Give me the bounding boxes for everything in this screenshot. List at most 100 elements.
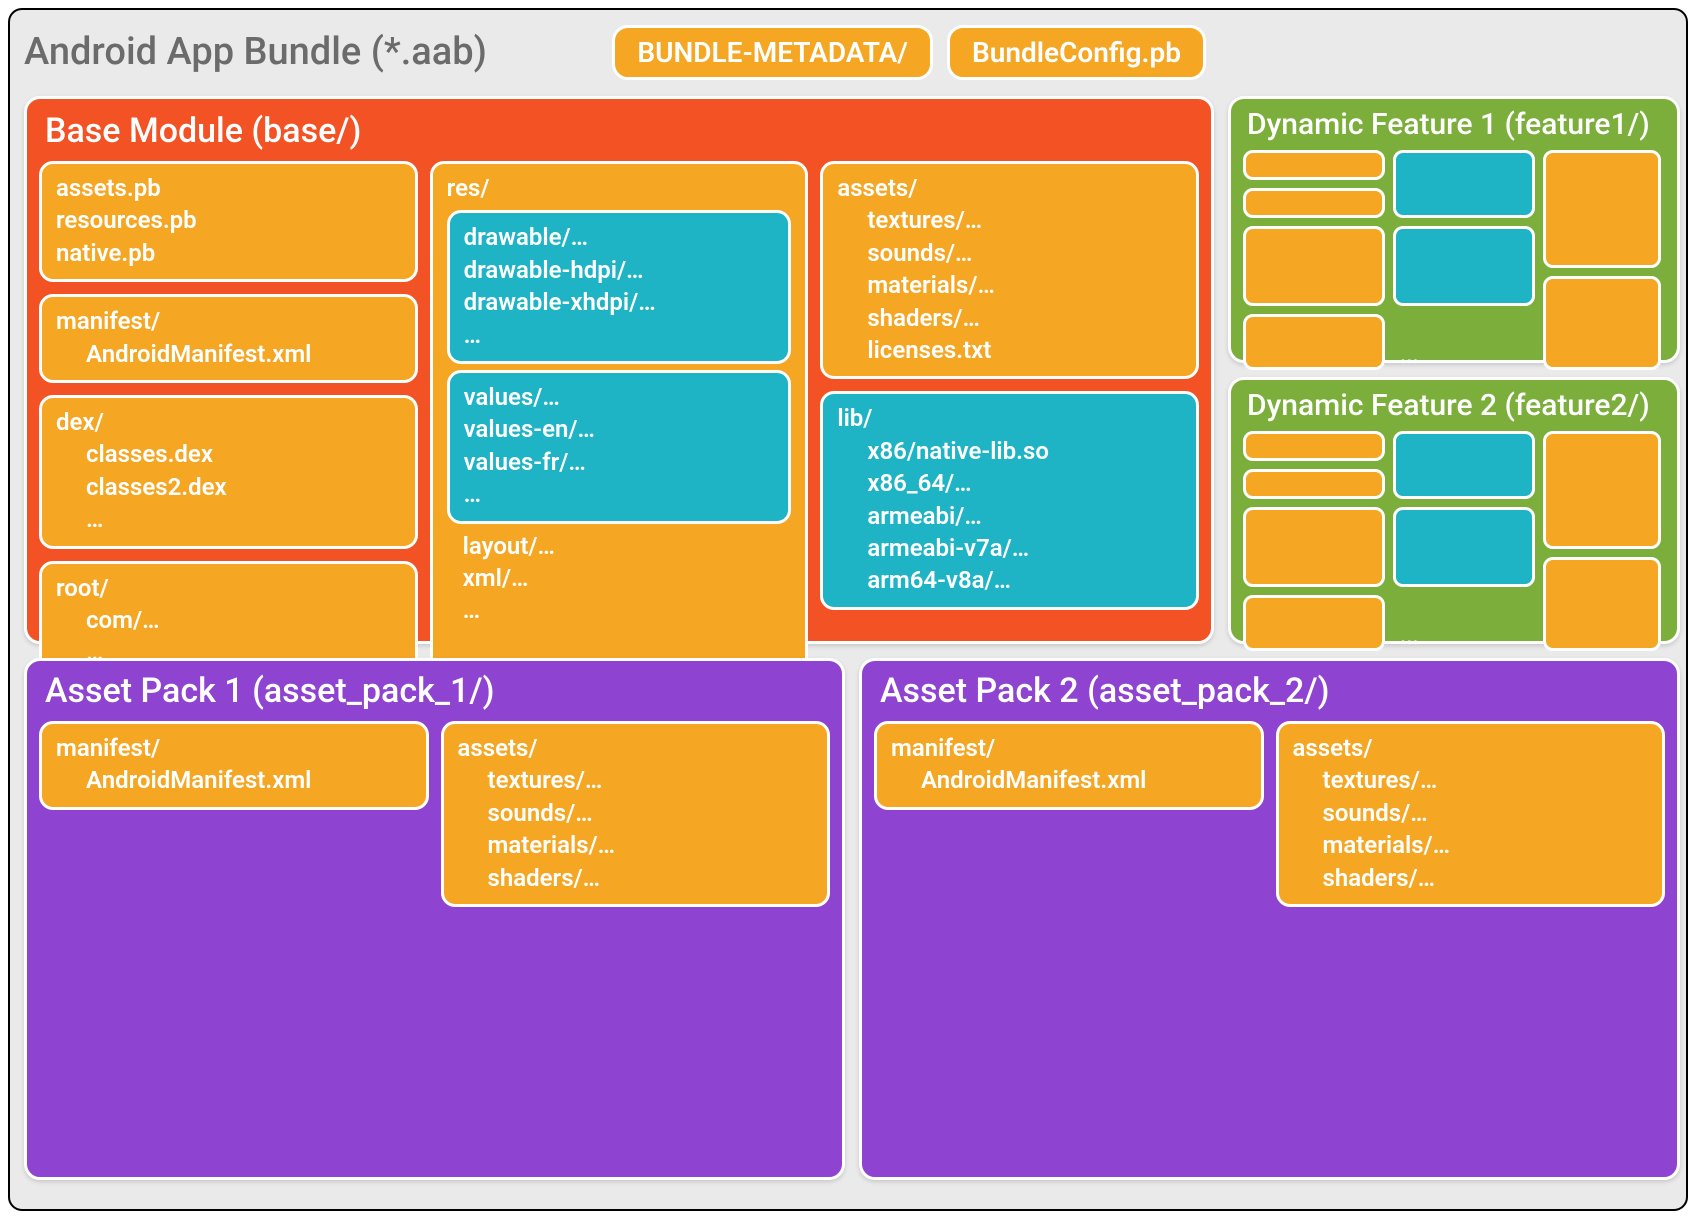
ap2-assets-head: assets/ xyxy=(1293,732,1649,764)
dex-item: classes.dex xyxy=(56,438,401,470)
asset-pack-1: Asset Pack 1 (asset_pack_1/) manifest/ A… xyxy=(24,658,845,1180)
feature-chip xyxy=(1543,150,1661,268)
pb-card: assets.pb resources.pb native.pb xyxy=(39,161,418,282)
pb-item: resources.pb xyxy=(56,204,401,236)
drawable-group: drawable/… drawable-hdpi/… drawable-xhdp… xyxy=(447,210,792,364)
diagram-title: Android App Bundle (*.aab) xyxy=(24,30,598,74)
features-column: Dynamic Feature 1 (feature1/) … Dynamic … xyxy=(1228,96,1680,644)
lib-item: x86/native-lib.so xyxy=(837,435,1182,467)
asset-packs-row: Asset Pack 1 (asset_pack_1/) manifest/ A… xyxy=(24,658,1680,1180)
header-row: Android App Bundle (*.aab) BUNDLE-METADA… xyxy=(24,22,1672,82)
ap1-assets-item: textures/… xyxy=(458,764,814,796)
feature-chip-teal xyxy=(1393,150,1535,218)
res-rest: layout/… xml/… … xyxy=(447,530,792,627)
lib-card: lib/ x86/native-lib.so x86_64/… armeabi/… xyxy=(820,391,1199,609)
feature-ellipsis: … xyxy=(1393,595,1535,651)
dex-item: … xyxy=(56,503,401,535)
ap2-assets-item: materials/… xyxy=(1293,829,1649,861)
ap2-manifest-item: AndroidManifest.xml xyxy=(891,764,1247,796)
values-item: values/… xyxy=(464,381,775,413)
ap2-manifest-head: manifest/ xyxy=(891,732,1247,764)
pb-item: native.pb xyxy=(56,237,401,269)
feature-2: Dynamic Feature 2 (feature2/) … xyxy=(1228,377,1680,644)
feature-chip xyxy=(1243,314,1385,370)
asset-pack-1-cols: manifest/ AndroidManifest.xml assets/ te… xyxy=(39,721,830,907)
rest-item: layout/… xyxy=(463,530,792,562)
asset-pack-1-title: Asset Pack 1 (asset_pack_1/) xyxy=(45,671,826,711)
ap1-assets-item: sounds/… xyxy=(458,797,814,829)
feature-ellipsis: … xyxy=(1393,314,1535,370)
assets-item: materials/… xyxy=(837,269,1182,301)
feature-chip xyxy=(1243,188,1385,218)
feature-2-grid: … xyxy=(1243,431,1665,629)
main-grid: Base Module (base/) assets.pb resources.… xyxy=(24,96,1672,1180)
feature-chip xyxy=(1243,226,1385,306)
feature-chip xyxy=(1243,469,1385,499)
feature-chip-teal xyxy=(1393,226,1535,306)
feature-chip xyxy=(1243,507,1385,587)
manifest-item: AndroidManifest.xml xyxy=(56,338,401,370)
rest-item: … xyxy=(463,594,792,626)
feature-chip xyxy=(1543,557,1661,651)
manifest-card: manifest/ AndroidManifest.xml xyxy=(39,294,418,383)
root-head: root/ xyxy=(56,572,401,604)
ap2-assets-item: shaders/… xyxy=(1293,862,1649,894)
drawable-item: drawable/… xyxy=(464,221,775,253)
dex-item: classes2.dex xyxy=(56,471,401,503)
feature-chip xyxy=(1243,595,1385,651)
lib-item: armeabi/… xyxy=(837,500,1182,532)
assets-item: shaders/… xyxy=(837,302,1182,334)
ap2-assets-item: sounds/… xyxy=(1293,797,1649,829)
rest-item: xml/… xyxy=(463,562,792,594)
lib-head: lib/ xyxy=(837,402,1182,434)
pb-item: assets.pb xyxy=(56,172,401,204)
feature-chip xyxy=(1543,431,1661,549)
feature-chip-teal xyxy=(1393,431,1535,499)
res-card: res/ drawable/… drawable-hdpi/… drawable… xyxy=(430,161,809,682)
base-col-2: res/ drawable/… drawable-hdpi/… drawable… xyxy=(430,161,809,682)
pill-bundle-metadata: BUNDLE-METADATA/ xyxy=(612,25,933,80)
base-col-3: assets/ textures/… sounds/… materials/… … xyxy=(820,161,1199,682)
dex-card: dex/ classes.dex classes2.dex … xyxy=(39,395,418,549)
feature-chip-teal xyxy=(1393,507,1535,587)
lib-item: armeabi-v7a/… xyxy=(837,532,1182,564)
drawable-item: … xyxy=(464,319,775,351)
base-columns: assets.pb resources.pb native.pb manifes… xyxy=(39,161,1199,639)
ap2-manifest-card: manifest/ AndroidManifest.xml xyxy=(874,721,1264,810)
feature-chip xyxy=(1543,276,1661,370)
asset-pack-2: Asset Pack 2 (asset_pack_2/) manifest/ A… xyxy=(859,658,1680,1180)
dex-head: dex/ xyxy=(56,406,401,438)
res-head: res/ xyxy=(447,172,792,204)
feature-chip xyxy=(1243,431,1385,461)
manifest-head: manifest/ xyxy=(56,305,401,337)
pill-bundle-config: BundleConfig.pb xyxy=(947,25,1206,80)
ap1-assets-item: materials/… xyxy=(458,829,814,861)
ap2-assets-card: assets/ textures/… sounds/… materials/… … xyxy=(1276,721,1666,907)
ap1-manifest-head: manifest/ xyxy=(56,732,412,764)
root-item: com/… xyxy=(56,604,401,636)
feature-chip xyxy=(1243,150,1385,180)
asset-pack-2-title: Asset Pack 2 (asset_pack_2/) xyxy=(880,671,1661,711)
values-item: … xyxy=(464,478,775,510)
assets-head: assets/ xyxy=(837,172,1182,204)
lib-item: arm64-v8a/… xyxy=(837,564,1182,596)
ap1-manifest-item: AndroidManifest.xml xyxy=(56,764,412,796)
drawable-item: drawable-hdpi/… xyxy=(464,254,775,286)
assets-card: assets/ textures/… sounds/… materials/… … xyxy=(820,161,1199,379)
ap2-assets-item: textures/… xyxy=(1293,764,1649,796)
feature-1-grid: … xyxy=(1243,150,1665,348)
aab-diagram: Android App Bundle (*.aab) BUNDLE-METADA… xyxy=(8,8,1688,1211)
base-module: Base Module (base/) assets.pb resources.… xyxy=(24,96,1214,644)
base-col-1: assets.pb resources.pb native.pb manifes… xyxy=(39,161,418,682)
values-item: values-en/… xyxy=(464,413,775,445)
assets-item: textures/… xyxy=(837,204,1182,236)
ap1-assets-head: assets/ xyxy=(458,732,814,764)
values-item: values-fr/… xyxy=(464,446,775,478)
assets-item: sounds/… xyxy=(837,237,1182,269)
feature-2-title: Dynamic Feature 2 (feature2/) xyxy=(1247,388,1661,423)
ap1-assets-item: shaders/… xyxy=(458,862,814,894)
asset-pack-2-cols: manifest/ AndroidManifest.xml assets/ te… xyxy=(874,721,1665,907)
ap1-assets-card: assets/ textures/… sounds/… materials/… … xyxy=(441,721,831,907)
ap1-manifest-card: manifest/ AndroidManifest.xml xyxy=(39,721,429,810)
base-module-title: Base Module (base/) xyxy=(45,111,1195,151)
